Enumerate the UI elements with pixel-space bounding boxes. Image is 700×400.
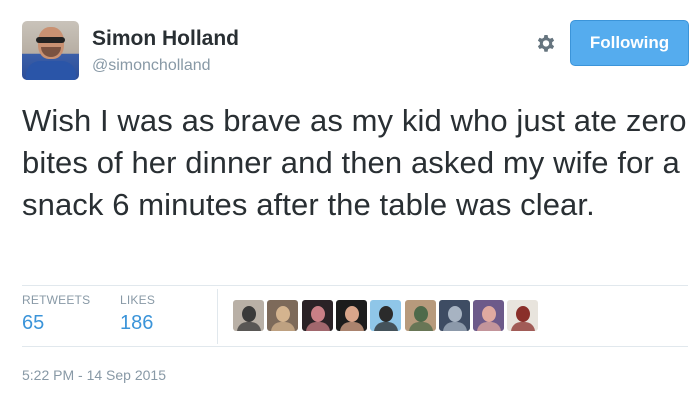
liker-shoulders [237,322,261,331]
liker-shoulders [305,322,330,331]
likes-stat[interactable]: LIKES 186 [120,293,155,335]
liker-face [447,306,462,322]
retweets-count[interactable]: 65 [22,312,90,335]
liker-avatar-1[interactable] [233,300,264,331]
liker-face [276,306,291,322]
tweet-card: Simon Holland @simoncholland Following W… [0,0,700,400]
liker-shoulders [374,322,399,331]
retweets-label: RETWEETS [22,293,91,307]
screen-name[interactable]: @simoncholland [92,57,211,75]
liker-shoulders [339,322,364,331]
liker-shoulders [511,322,536,331]
liker-face [413,306,428,322]
liker-avatar-3[interactable] [301,300,333,331]
liker-face [310,306,325,322]
avatar[interactable] [22,21,79,80]
retweets-stat[interactable]: RETWEETS 65 [22,293,90,335]
liker-avatar-2[interactable] [267,300,299,331]
tweet-timestamp[interactable]: 5:22 PM - 14 Sep 2015 [22,367,166,383]
stats-separator [217,289,218,344]
liker-avatar-9[interactable] [507,300,539,331]
liker-shoulders [271,322,296,331]
liker-face [242,306,256,322]
likes-label: LIKES [120,293,156,307]
likes-count[interactable]: 186 [120,312,155,335]
liker-shoulders [442,322,467,331]
liker-shoulders [477,322,502,331]
liker-avatar-4[interactable] [335,300,367,331]
liker-avatar-8[interactable] [473,300,505,331]
display-name[interactable]: Simon Holland [92,27,239,51]
gear-icon[interactable] [534,32,558,56]
following-button[interactable]: Following [570,20,689,66]
liker-face [379,306,394,322]
stats-divider-top [22,285,688,286]
avatar-sunglasses [36,37,65,43]
liker-avatar-7[interactable] [438,300,470,331]
stats-divider-bottom [22,346,688,347]
liker-face [516,306,531,322]
liker-avatar-5[interactable] [370,300,402,331]
liker-avatar-6[interactable] [404,300,436,331]
liker-face [344,306,359,322]
avatar-shirt [26,61,76,80]
liker-shoulders [408,322,433,331]
tweet-text: Wish I was as brave as my kid who just a… [22,103,687,222]
liker-face [482,306,497,322]
